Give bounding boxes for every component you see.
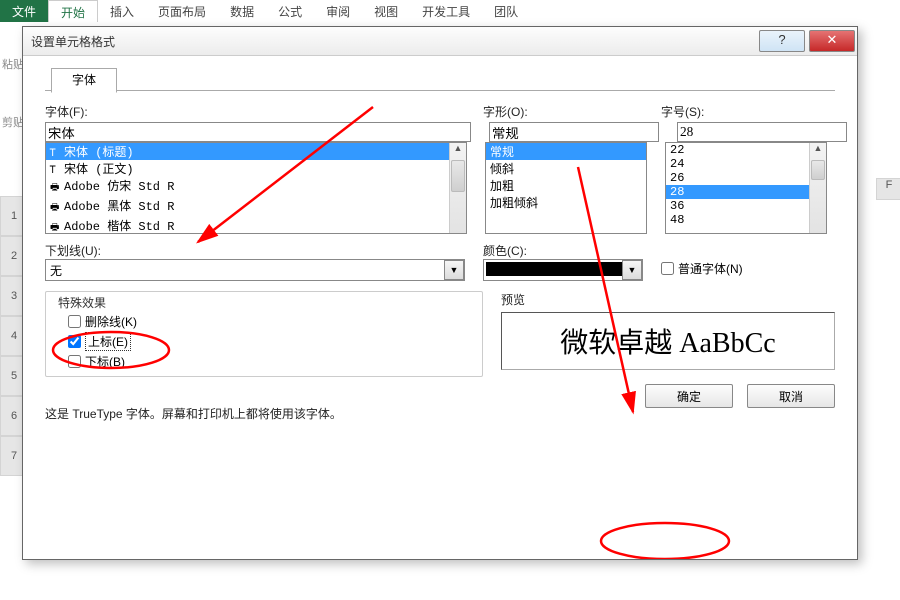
color-label: 颜色(C):: [483, 242, 643, 259]
superscript-checkbox[interactable]: 上标(E): [68, 332, 474, 351]
list-item[interactable]: 加粗倾斜: [486, 194, 646, 211]
preview-box: 微软卓越 AaBbCc: [501, 312, 835, 370]
list-item[interactable]: 常规: [486, 143, 646, 160]
list-item[interactable]: 48: [666, 213, 826, 227]
list-item[interactable]: 26: [666, 171, 826, 185]
ribbon-tab-formula[interactable]: 公式: [266, 0, 314, 22]
ribbon-tab-insert[interactable]: 插入: [98, 0, 146, 22]
dialog-tabs: 字体: [45, 68, 835, 91]
size-input[interactable]: [677, 122, 847, 142]
list-item[interactable]: 倾斜: [486, 160, 646, 177]
font-listbox[interactable]: Ꭲ宋体 (标题)Ꭲ宋体 (正文)🖶Adobe 仿宋 Std R🖶Adobe 黑体…: [45, 142, 467, 234]
ribbon-tab-team[interactable]: 团队: [482, 0, 530, 22]
ok-button[interactable]: 确定: [645, 384, 733, 408]
help-button[interactable]: ?: [759, 30, 805, 52]
col-header-f[interactable]: F: [876, 178, 900, 200]
format-cells-dialog: 设置单元格格式 ? ✕ 字体 字体(F): 字形(O): 字号(S): Ꭲ宋体 …: [22, 26, 858, 560]
clipboard-group: 粘贴 剪贴: [2, 56, 24, 130]
normal-font-checkbox[interactable]: 普通字体(N): [661, 260, 821, 277]
strike-checkbox[interactable]: 删除线(K): [68, 313, 474, 330]
underline-label: 下划线(U):: [45, 242, 465, 259]
ribbon-tab-home[interactable]: 开始: [48, 0, 98, 22]
dialog-titlebar: 设置单元格格式 ? ✕: [23, 27, 857, 56]
list-item[interactable]: 24: [666, 157, 826, 171]
size-listbox[interactable]: 222426283648 ▲: [665, 142, 827, 234]
color-swatch: [486, 262, 622, 276]
color-combo[interactable]: ▼: [483, 259, 643, 281]
subscript-checkbox[interactable]: 下标(B): [68, 353, 474, 370]
dialog-title: 设置单元格格式: [23, 33, 757, 50]
close-button[interactable]: ✕: [809, 30, 855, 52]
effects-group: 特殊效果 删除线(K) 上标(E) 下标(B): [45, 291, 483, 377]
cut-label: 剪贴: [2, 114, 24, 130]
list-item[interactable]: 🖶Adobe 黑体 Std R: [46, 197, 466, 217]
preview-label: 预览: [501, 291, 835, 308]
paste-label: 粘贴: [2, 56, 24, 72]
list-item[interactable]: 28: [666, 185, 826, 199]
ribbon-tab-dev[interactable]: 开发工具: [410, 0, 482, 22]
list-item[interactable]: 22: [666, 143, 826, 157]
font-input[interactable]: [45, 122, 471, 142]
list-item[interactable]: 36: [666, 199, 826, 213]
font-label: 字体(F):: [45, 103, 465, 120]
ribbon-tab-review[interactable]: 审阅: [314, 0, 362, 22]
effects-legend: 特殊效果: [54, 294, 110, 311]
ribbon-tab-data[interactable]: 数据: [218, 0, 266, 22]
list-item[interactable]: Ꭲ宋体 (正文): [46, 160, 466, 177]
chevron-down-icon[interactable]: ▼: [622, 260, 642, 280]
size-label: 字号(S):: [661, 103, 821, 120]
ribbon-tabs: 文件 开始 插入 页面布局 数据 公式 审阅 视图 开发工具 团队: [0, 0, 900, 22]
cancel-button[interactable]: 取消: [747, 384, 835, 408]
style-input[interactable]: [489, 122, 659, 142]
list-item[interactable]: 加粗: [486, 177, 646, 194]
list-item[interactable]: 🖶Adobe 楷体 Std R: [46, 217, 466, 234]
style-label: 字形(O):: [483, 103, 643, 120]
ribbon-tab-file[interactable]: 文件: [0, 0, 48, 22]
list-item[interactable]: 🖶Adobe 仿宋 Std R: [46, 177, 466, 197]
underline-value: 无: [46, 260, 464, 281]
ribbon-tab-layout[interactable]: 页面布局: [146, 0, 218, 22]
scrollbar[interactable]: ▲: [809, 143, 826, 233]
chevron-down-icon[interactable]: ▼: [444, 260, 464, 280]
style-listbox[interactable]: 常规倾斜加粗加粗倾斜: [485, 142, 647, 234]
ribbon-tab-view[interactable]: 视图: [362, 0, 410, 22]
list-item[interactable]: Ꭲ宋体 (标题): [46, 143, 466, 160]
underline-combo[interactable]: 无 ▼: [45, 259, 465, 281]
tab-font[interactable]: 字体: [51, 68, 117, 93]
scrollbar[interactable]: ▲: [449, 143, 466, 233]
